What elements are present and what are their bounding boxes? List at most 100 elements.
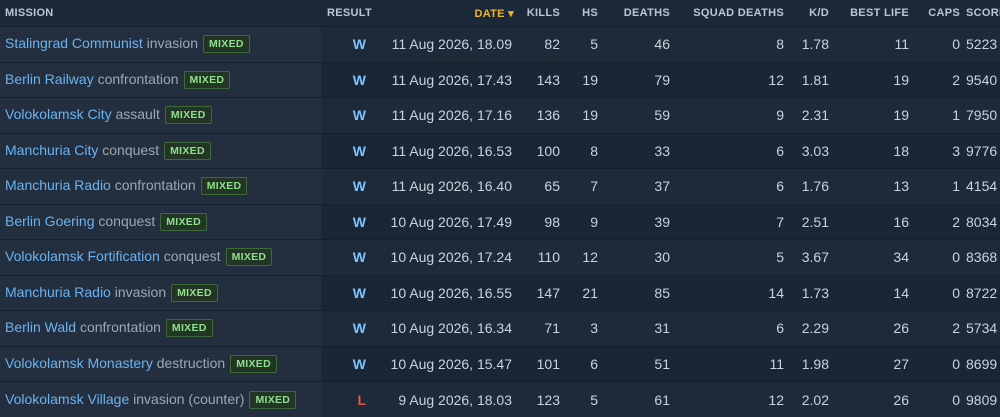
column-header-date[interactable]: DATE ▾ [378, 0, 520, 27]
table-row[interactable]: Volokolamsk Monastery destructionMIXEDW1… [0, 346, 1000, 382]
hs-cell: 19 [566, 62, 604, 98]
mode-badge: MIXED [166, 319, 213, 337]
column-header-result[interactable]: RESULT [321, 0, 378, 27]
table-row[interactable]: Berlin Goering conquest MIXED W10 Aug 2026… [0, 204, 1000, 240]
deaths-cell: 59 [604, 98, 676, 134]
mode-badge: MIXED [165, 106, 212, 124]
best-life-cell: 16 [835, 204, 915, 240]
mission-location-link[interactable]: Volokolamsk City [5, 106, 112, 122]
mission-type: conquest [102, 142, 159, 158]
caps-cell: 2 [915, 62, 966, 98]
score-cell: 4154 [966, 169, 1000, 205]
column-header-best-life[interactable]: BEST LIFE [835, 0, 915, 27]
mission-location-link[interactable]: Manchuria Radio [5, 284, 111, 300]
mission-location-link[interactable]: Manchuria Radio [5, 177, 111, 193]
table-row[interactable]: Berlin Wald confrontationMIXEDW10 Aug 20… [0, 311, 1000, 347]
date-cell: 10 Aug 2026, 17.24 [378, 240, 520, 276]
mission-type: destruction [157, 355, 225, 371]
squad-deaths-cell: 14 [676, 275, 790, 311]
caps-cell: 0 [915, 275, 966, 311]
result-cell: W [321, 62, 378, 98]
result-cell: W [321, 346, 378, 382]
squad-deaths-cell: 6 [676, 311, 790, 347]
mission-cell: Manchuria City conquest MIXED [0, 133, 321, 169]
hs-cell: 7 [566, 169, 604, 205]
best-life-cell: 34 [835, 240, 915, 276]
mission-location-link[interactable]: Stalingrad Communist [5, 35, 143, 51]
mission-type: conquest [98, 213, 155, 229]
result-cell: W [321, 275, 378, 311]
mode-badge: MIXED [160, 213, 207, 231]
column-header-kd[interactable]: K/D [790, 0, 835, 27]
date-cell: 10 Aug 2026, 17.49 [378, 204, 520, 240]
squad-deaths-cell: 7 [676, 204, 790, 240]
kills-cell: 98 [520, 204, 566, 240]
table-row[interactable]: Berlin Railway confrontationMIXEDW11 Aug… [0, 62, 1000, 98]
mission-location-link[interactable]: Berlin Wald [5, 319, 76, 335]
table-row[interactable]: Volokolamsk City assaultMIXEDW11 Aug 202… [0, 98, 1000, 134]
table-row[interactable]: Manchuria Radio confrontationMIXEDW11 Au… [0, 169, 1000, 205]
mode-badge: MIXED [249, 391, 296, 409]
deaths-cell: 51 [604, 346, 676, 382]
deaths-cell: 33 [604, 133, 676, 169]
deaths-cell: 30 [604, 240, 676, 276]
mission-location-link[interactable]: Volokolamsk Village [5, 391, 129, 407]
column-header-mission[interactable]: MISSION [0, 0, 321, 27]
squad-deaths-cell: 6 [676, 133, 790, 169]
caps-cell: 0 [915, 346, 966, 382]
mode-badge: MIXED [203, 35, 250, 53]
score-cell: 5734 [966, 311, 1000, 347]
kd-cell: 2.51 [790, 204, 835, 240]
column-header-hs[interactable]: HS [566, 0, 604, 27]
score-cell: 9540 [966, 62, 1000, 98]
mission-type: invasion [147, 35, 198, 51]
mission-location-link[interactable]: Volokolamsk Monastery [5, 355, 153, 371]
kd-cell: 2.29 [790, 311, 835, 347]
table-row[interactable]: Manchuria Radio invasionMIXEDW10 Aug 202… [0, 275, 1000, 311]
mode-badge: MIXED [164, 142, 211, 160]
mission-type: confrontation [80, 319, 161, 335]
result-cell: W [321, 204, 378, 240]
mission-cell: Manchuria Radio invasionMIXED [0, 275, 321, 311]
hs-cell: 8 [566, 133, 604, 169]
score-cell: 8034 [966, 204, 1000, 240]
deaths-cell: 37 [604, 169, 676, 205]
column-header-deaths[interactable]: DEATHS [604, 0, 676, 27]
table-header: MISSION RESULT DATE ▾ KILLS HS DEATHS SQ… [0, 0, 1000, 27]
mission-cell: Berlin Wald confrontation MIXED [0, 311, 321, 347]
kd-cell: 1.73 [790, 275, 835, 311]
mission-location-link[interactable]: Berlin Goering [5, 213, 95, 229]
date-cell: 10 Aug 2026, 16.55 [378, 275, 520, 311]
mode-badge: MIXED [201, 177, 248, 195]
hs-cell: 5 [566, 27, 604, 63]
caps-cell: 1 [915, 169, 966, 205]
mission-type: conquest [164, 248, 221, 264]
mission-type: invasion (counter) [133, 391, 244, 407]
mission-location-link[interactable]: Manchuria City [5, 142, 98, 158]
score-cell: 7950 [966, 98, 1000, 134]
score-cell: 8722 [966, 275, 1000, 311]
caps-cell: 2 [915, 311, 966, 347]
hs-cell: 3 [566, 311, 604, 347]
mission-location-link[interactable]: Berlin Railway [5, 71, 94, 87]
mission-cell: Berlin Railway confrontationMIXED [0, 62, 321, 98]
hs-cell: 19 [566, 98, 604, 134]
kd-cell: 3.03 [790, 133, 835, 169]
match-history-table: MISSION RESULT DATE ▾ KILLS HS DEATHS SQ… [0, 0, 1000, 417]
mission-type: confrontation [115, 177, 196, 193]
kills-cell: 143 [520, 62, 566, 98]
hs-cell: 6 [566, 346, 604, 382]
mission-cell: Berlin Goering conquest MIXED [0, 204, 321, 240]
column-header-caps[interactable]: CAPS [915, 0, 966, 27]
table-row[interactable]: Manchuria City conquestMIXEDW11 Aug 2026… [0, 133, 1000, 169]
deaths-cell: 79 [604, 62, 676, 98]
mission-location-link[interactable]: Volokolamsk Fortification [5, 248, 160, 264]
table-row[interactable]: Volokolamsk Fortification conquestMIXEDW… [0, 240, 1000, 276]
result-cell: W [321, 133, 378, 169]
mission-type: confrontation [98, 71, 179, 87]
column-header-score[interactable]: SCORE [966, 0, 1000, 27]
deaths-cell: 39 [604, 204, 676, 240]
column-header-kills[interactable]: KILLS [520, 0, 566, 27]
column-header-squad-deaths[interactable]: SQUAD DEATHS [676, 0, 790, 27]
table-row[interactable]: Stalingrad Communist invasionMIXEDW11 Au… [0, 27, 1000, 63]
